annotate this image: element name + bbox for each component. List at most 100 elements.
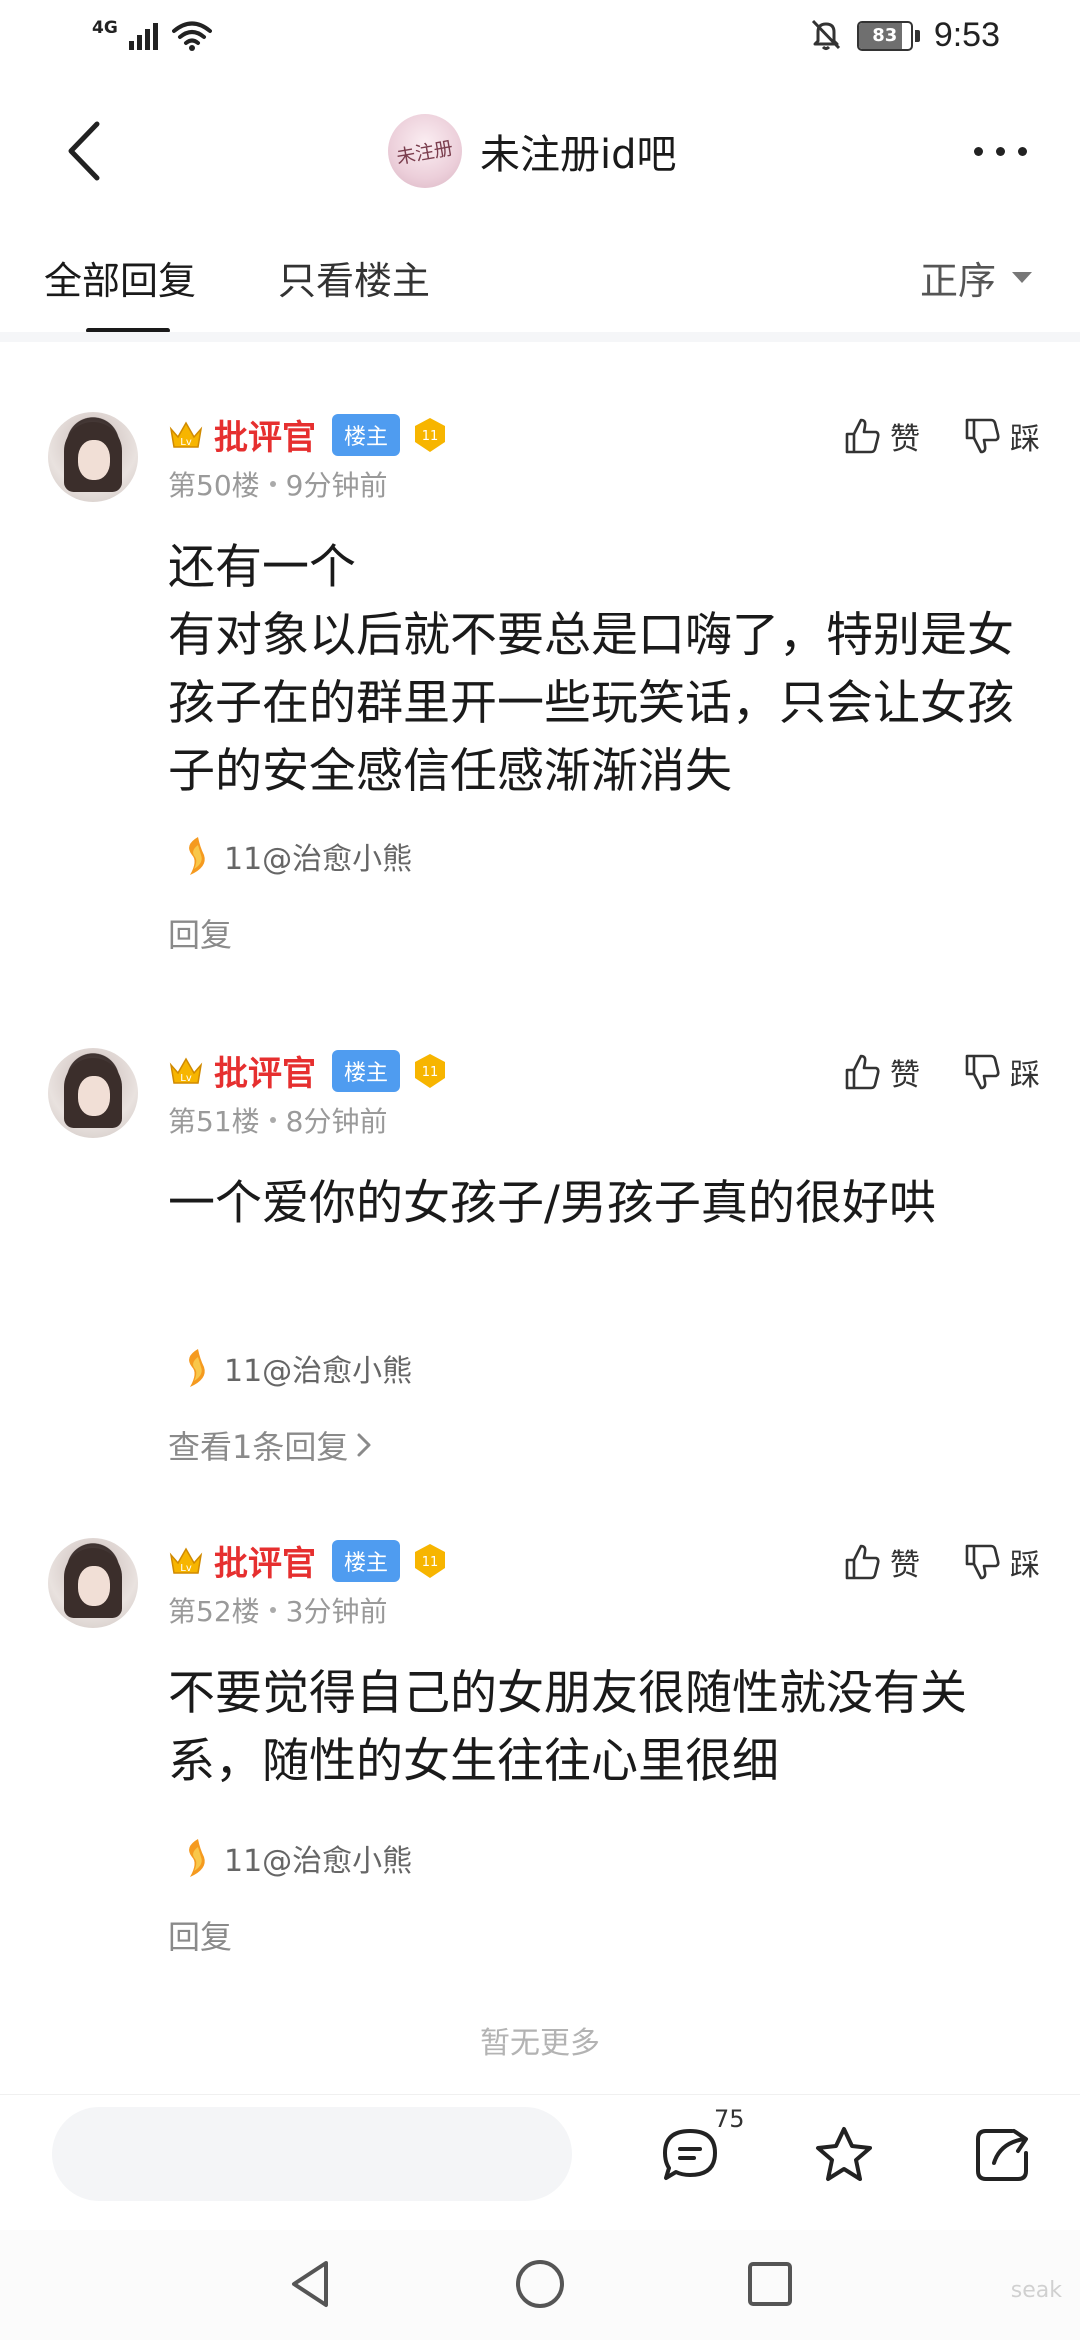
caret-down-icon (1012, 272, 1032, 283)
more-dot (995, 146, 1005, 156)
meta-separator (269, 1117, 276, 1123)
level-badge: 11 (410, 1541, 450, 1581)
battery-tip (914, 29, 920, 42)
post-content: 不要觉得自己的女朋友很随性就没有关系，随性的女生往往心里很细 (168, 1666, 967, 1789)
reply-tabs: 全部回复 只看楼主 正序 (0, 216, 1080, 333)
svg-text:Lv: Lv (180, 1563, 192, 1574)
post-time: 8分钟前 (285, 1105, 388, 1138)
post-signature[interactable]: 11@治愈小熊 (178, 1836, 412, 1880)
level-badge: 11 (410, 1051, 450, 1091)
view-replies-label: 查看1条回复 (168, 1428, 349, 1466)
dislike-button[interactable]: 踩 (962, 1050, 1040, 1094)
post-time: 9分钟前 (285, 469, 388, 502)
post-item: Lv 批评官 楼主 11 第51楼 8分钟前 赞 踩 一个爱你的女孩子/男孩子真… (0, 1040, 1080, 1480)
nav-home-button[interactable] (510, 2254, 570, 2314)
svg-text:11: 11 (422, 1065, 439, 1080)
like-button[interactable]: 赞 (842, 414, 920, 458)
avatar[interactable] (48, 1048, 138, 1138)
square-recents-icon (748, 2262, 792, 2306)
username[interactable]: 批评官 (214, 410, 316, 459)
section-divider (0, 332, 1080, 342)
flame-tail-icon (189, 837, 205, 875)
back-button[interactable] (50, 116, 120, 186)
clock: 9:53 (933, 16, 1000, 54)
more-dot (1017, 146, 1027, 156)
chevron-right-icon (357, 1433, 371, 1457)
share-icon (976, 2129, 1028, 2181)
svg-text:Lv: Lv (180, 437, 192, 448)
tab-all-replies[interactable]: 全部回复 (44, 250, 196, 305)
user-line: Lv 批评官 楼主 11 (168, 410, 450, 459)
wifi-icon (171, 20, 212, 56)
meta-separator (269, 481, 276, 487)
nav-recents-button[interactable] (740, 2254, 800, 2314)
crown-icon: Lv (168, 1054, 204, 1088)
level-badge: 11 (410, 415, 450, 455)
floor-number: 第52楼 (168, 1595, 260, 1628)
comment-button[interactable] (658, 2123, 722, 2187)
more-dot (973, 146, 983, 156)
like-button[interactable]: 赞 (842, 1540, 920, 1584)
reply-button[interactable]: 回复 (168, 910, 232, 956)
favorite-button[interactable] (812, 2123, 876, 2187)
crown-icon: Lv (168, 418, 204, 452)
status-right: 83 9:53 (809, 16, 1000, 55)
avatar-face (78, 1566, 110, 1606)
avatar[interactable] (48, 412, 138, 502)
tab-owner-only[interactable]: 只看楼主 (278, 250, 430, 305)
post-meta: 第52楼 3分钟前 (168, 1590, 387, 1630)
sort-dropdown[interactable]: 正序 (920, 250, 1032, 305)
more-options-button[interactable] (960, 126, 1040, 176)
dislike-label: 踩 (1010, 422, 1040, 457)
view-replies-button[interactable]: 查看1条回复 (168, 1422, 372, 1468)
status-left: 4G (92, 18, 212, 56)
thumbs-down-icon (965, 1054, 1000, 1090)
post-signature[interactable]: 11@治愈小熊 (178, 834, 412, 878)
owner-badge: 楼主 (332, 1049, 401, 1092)
owner-badge: 楼主 (332, 413, 401, 456)
post-signature[interactable]: 11@治愈小熊 (178, 1346, 412, 1390)
mute-bell-icon (809, 17, 843, 55)
dislike-label: 踩 (1010, 1058, 1040, 1093)
dislike-button[interactable]: 踩 (962, 1540, 1040, 1584)
like-label: 赞 (890, 1058, 920, 1093)
flame-tail-icon (189, 1349, 205, 1387)
thumbs-up-icon (845, 1054, 880, 1090)
like-label: 赞 (890, 1548, 920, 1583)
username[interactable]: 批评官 (214, 1536, 316, 1585)
floor-number: 第50楼 (168, 469, 260, 502)
post-item: Lv 批评官 楼主 11 第50楼 9分钟前 赞 踩 还有一个 有对象以后就不要… (0, 404, 1080, 964)
forum-avatar-text: 未注册 (395, 136, 456, 169)
forum-avatar: 未注册 (388, 114, 462, 188)
triangle-back-icon (292, 2261, 328, 2307)
bottom-action-bar: 75 (0, 2094, 1080, 2204)
avatar[interactable] (48, 1538, 138, 1628)
thumbs-up-icon (845, 418, 880, 454)
reply-input[interactable] (52, 2107, 572, 2201)
forum-title-group[interactable]: 未注册 未注册id吧 (388, 114, 677, 188)
watermark-text: seak (1010, 2278, 1062, 2303)
post-actions: 赞 踩 (842, 1540, 1040, 1584)
avatar-face (78, 440, 110, 480)
post-meta: 第50楼 9分钟前 (168, 464, 387, 504)
battery-body: 83 (856, 20, 913, 51)
forum-name: 未注册id吧 (480, 132, 677, 178)
nav-back-button[interactable] (280, 2254, 340, 2314)
comment-count: 75 (714, 2105, 745, 2133)
svg-text:11: 11 (422, 1555, 439, 1570)
reply-button[interactable]: 回复 (168, 1912, 232, 1958)
network-type: 4G (92, 18, 118, 38)
battery-percent: 83 (872, 25, 898, 46)
reply-label: 回复 (168, 1918, 233, 1956)
sort-label: 正序 (919, 259, 996, 303)
username[interactable]: 批评官 (214, 1046, 316, 1095)
thumbs-down-icon (965, 1544, 1000, 1580)
user-line: Lv 批评官 楼主 11 (168, 1536, 450, 1585)
like-button[interactable]: 赞 (842, 1050, 920, 1094)
meta-separator (269, 1607, 276, 1613)
share-button[interactable] (970, 2123, 1034, 2187)
dislike-button[interactable]: 踩 (962, 414, 1040, 458)
post-actions: 赞 踩 (842, 1050, 1040, 1094)
crown-icon: Lv (168, 1544, 204, 1578)
circle-home-icon (516, 2260, 564, 2308)
